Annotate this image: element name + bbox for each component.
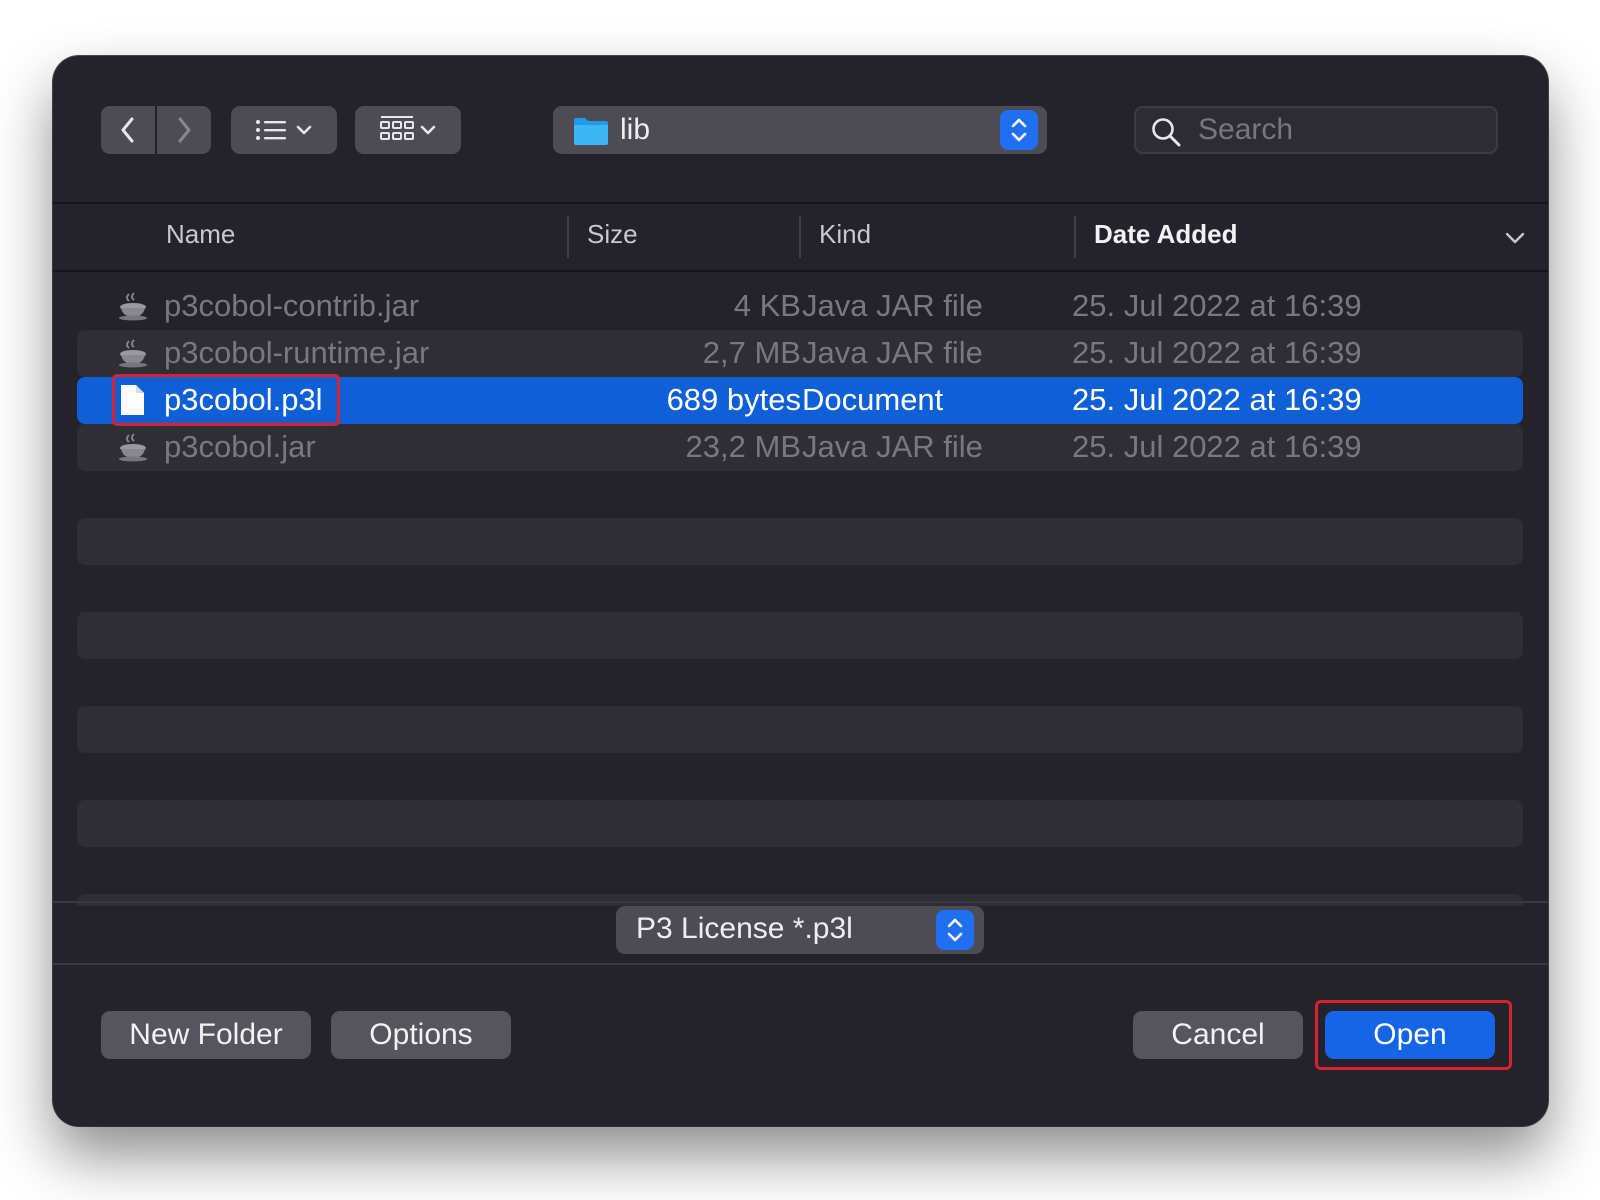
file-size: 689 bytes — [666, 382, 801, 417]
empty-row — [77, 518, 1523, 565]
file-kind: Java JAR file — [802, 429, 983, 464]
chevron-right-icon — [178, 117, 191, 143]
new-folder-button[interactable]: New Folder — [101, 1011, 311, 1059]
header-divider — [53, 270, 1548, 272]
file-name: p3cobol-runtime.jar — [164, 335, 430, 370]
file-row[interactable]: p3cobol.jar 23,2 MB Java JAR file 25. Ju… — [77, 424, 1523, 471]
open-button-annotation-box — [1315, 1000, 1512, 1070]
up-down-chevron-icon — [947, 918, 963, 942]
toolbar-divider — [53, 202, 1548, 204]
grid-icon — [380, 116, 414, 140]
empty-row — [77, 612, 1523, 659]
java-jar-icon — [119, 292, 147, 321]
empty-row — [77, 894, 1523, 906]
java-jar-icon — [119, 339, 147, 368]
file-size: 23,2 MB — [685, 429, 801, 464]
folder-icon — [574, 118, 608, 145]
column-header-date-added[interactable]: Date Added — [1094, 219, 1238, 250]
column-header-size[interactable]: Size — [587, 219, 638, 250]
search-input[interactable] — [1198, 112, 1488, 148]
file-date-added: 25. Jul 2022 at 16:39 — [1072, 288, 1362, 323]
location-popup[interactable]: lib — [553, 106, 1047, 154]
back-button[interactable] — [101, 106, 155, 154]
empty-row — [77, 800, 1523, 847]
file-kind: Java JAR file — [802, 288, 983, 323]
group-view-button[interactable] — [355, 106, 461, 154]
options-button[interactable]: Options — [331, 1011, 511, 1059]
selection-annotation-box — [112, 374, 340, 426]
chevron-down-icon — [420, 125, 436, 135]
file-format-label: P3 License *.p3l — [636, 912, 853, 945]
file-row[interactable]: p3cobol-contrib.jar 4 KB Java JAR file 2… — [77, 283, 1523, 330]
search-field[interactable] — [1134, 106, 1498, 154]
file-date-added: 25. Jul 2022 at 16:39 — [1072, 429, 1362, 464]
list-view-button[interactable] — [231, 106, 337, 154]
sort-chevron-down-icon[interactable] — [1503, 230, 1527, 246]
file-name: p3cobol-contrib.jar — [164, 288, 420, 323]
list-icon — [256, 120, 286, 140]
format-bar-divider — [53, 963, 1548, 965]
open-file-dialog: lib Name Size Kind Date Added p3cobol-co… — [53, 56, 1548, 1126]
chevron-left-icon — [121, 117, 134, 143]
file-name: p3cobol.jar — [164, 429, 316, 464]
file-date-added: 25. Jul 2022 at 16:39 — [1072, 382, 1362, 417]
file-date-added: 25. Jul 2022 at 16:39 — [1072, 335, 1362, 370]
file-format-popup[interactable]: P3 License *.p3l — [616, 906, 984, 954]
list-bottom-divider — [53, 901, 1548, 903]
file-kind: Document — [802, 382, 944, 417]
column-divider[interactable] — [799, 216, 801, 258]
cancel-button[interactable]: Cancel — [1133, 1011, 1303, 1059]
file-format-stepper[interactable] — [936, 910, 974, 950]
empty-row — [77, 706, 1523, 753]
column-header-name[interactable]: Name — [166, 219, 235, 250]
column-header-kind[interactable]: Kind — [819, 219, 871, 250]
file-kind: Java JAR file — [802, 335, 983, 370]
file-row[interactable]: p3cobol-runtime.jar 2,7 MB Java JAR file… — [77, 330, 1523, 377]
location-label: lib — [620, 113, 651, 146]
file-size: 2,7 MB — [702, 335, 801, 370]
forward-button[interactable] — [157, 106, 211, 154]
column-divider[interactable] — [567, 216, 569, 258]
file-size: 4 KB — [733, 288, 801, 323]
search-icon — [1152, 118, 1181, 147]
location-stepper[interactable] — [1000, 110, 1038, 150]
java-jar-icon — [119, 433, 147, 462]
chevron-down-icon — [296, 125, 312, 135]
column-divider[interactable] — [1074, 216, 1076, 258]
up-down-chevron-icon — [1011, 118, 1027, 142]
